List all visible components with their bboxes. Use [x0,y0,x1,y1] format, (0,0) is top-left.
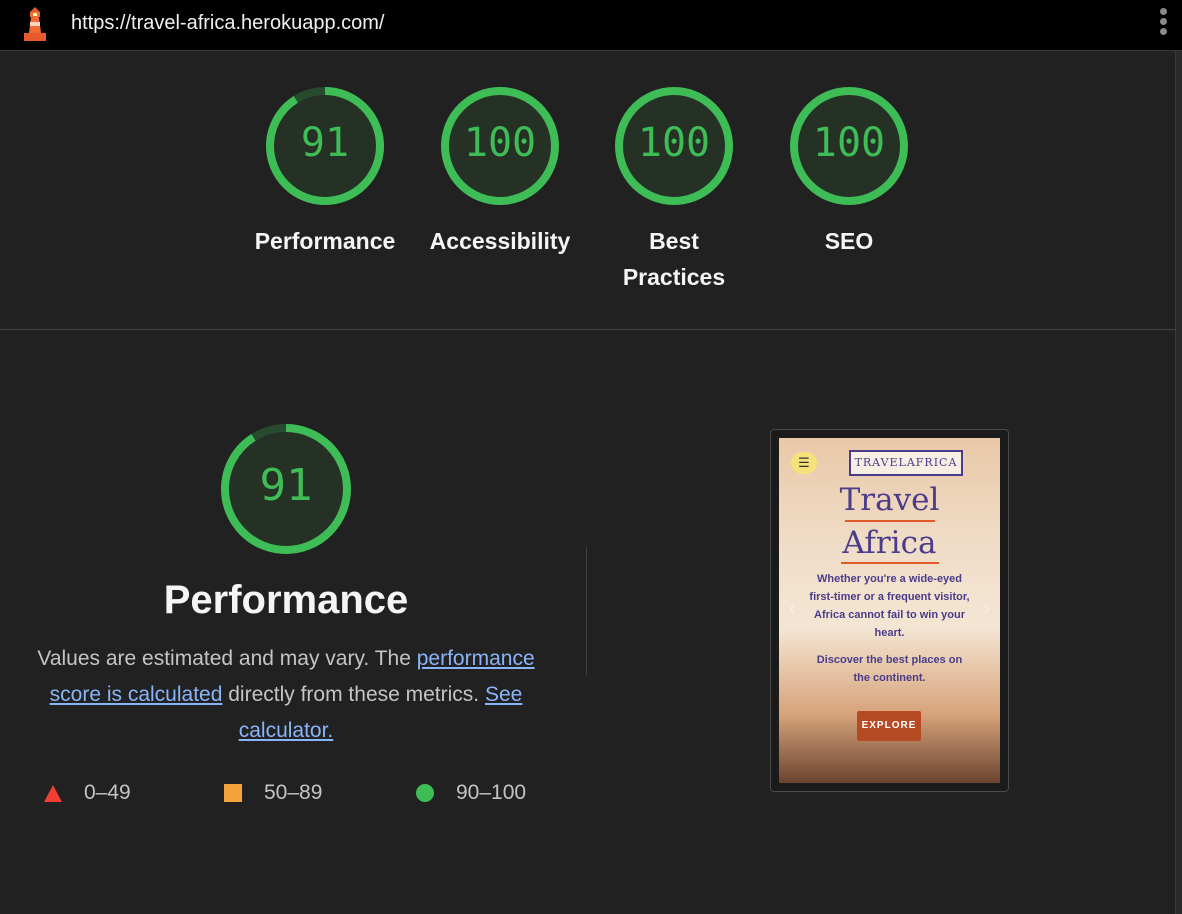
scrollbar[interactable] [1175,51,1182,914]
page-url: https://travel-africa.herokuapp.com/ [71,12,385,34]
triangle-icon [44,784,62,802]
chevron-right-icon: › [984,598,990,618]
vertical-divider [586,547,587,675]
top-bar: https://travel-africa.herokuapp.com/ [0,0,1182,51]
gauge-label-line2: Practices [622,264,726,290]
screenshot-heading-travel: Travel [839,482,940,518]
gauge-label-line1: Best [649,228,699,254]
gauge-seo[interactable]: 100 SEO [764,86,934,259]
heading-underline [841,562,939,564]
screenshot-brand: TRAVELAFRICA [849,450,963,476]
screenshot-heading-africa: Africa [842,525,937,561]
hamburger-menu-icon: ☰ [791,452,817,474]
more-vert-icon[interactable] [1158,8,1168,40]
legend-pass: 90–100 [416,781,526,805]
gauge-performance[interactable]: 91 Performance [240,86,410,259]
gauge-best-practices[interactable]: 100 Best Practices [589,86,759,295]
square-icon [224,784,242,803]
screenshot-paragraph-2: Discover the best places on the continen… [816,654,963,684]
heading-underline [845,520,935,522]
legend-range: 50–89 [264,781,323,804]
lighthouse-icon [24,7,46,41]
performance-title: Performance [163,578,409,622]
gauge-score: 91 [300,120,350,166]
chevron-left-icon: ‹ [789,598,795,618]
circle-icon [416,784,434,803]
screenshot-explore-button: EXPLORE [857,711,921,741]
gauge-score: 100 [637,120,711,166]
legend-fail: 0–49 [44,781,131,805]
gauge-score: 100 [463,120,537,166]
final-screenshot[interactable]: ☰ TRAVELAFRICA Travel Africa ‹ › Whether… [770,429,1009,792]
performance-gauge-large: 91 [218,422,354,556]
gauge-label: Performance [254,228,396,254]
performance-description: Values are estimated and may vary. The p… [22,641,550,749]
gauge-label: Best Practices [589,223,759,295]
legend-average: 50–89 [224,781,322,805]
desc-text-2: directly from these metrics. [222,683,485,706]
gauge-score: 100 [812,120,886,166]
gauge-label: SEO [824,228,874,254]
gauge-score: 91 [259,460,313,511]
legend-range: 90–100 [456,781,527,804]
legend-range: 0–49 [84,781,131,804]
screenshot-paragraph-1: Whether you're a wide-eyed first-timer o… [809,573,970,639]
desc-text-1: Values are estimated and may vary. The [37,647,417,670]
gauge-label: Accessibility [429,228,571,254]
section-divider [0,329,1176,330]
screenshot-image: ☰ TRAVELAFRICA Travel Africa ‹ › Whether… [779,438,1000,783]
gauge-accessibility[interactable]: 100 Accessibility [415,86,585,259]
